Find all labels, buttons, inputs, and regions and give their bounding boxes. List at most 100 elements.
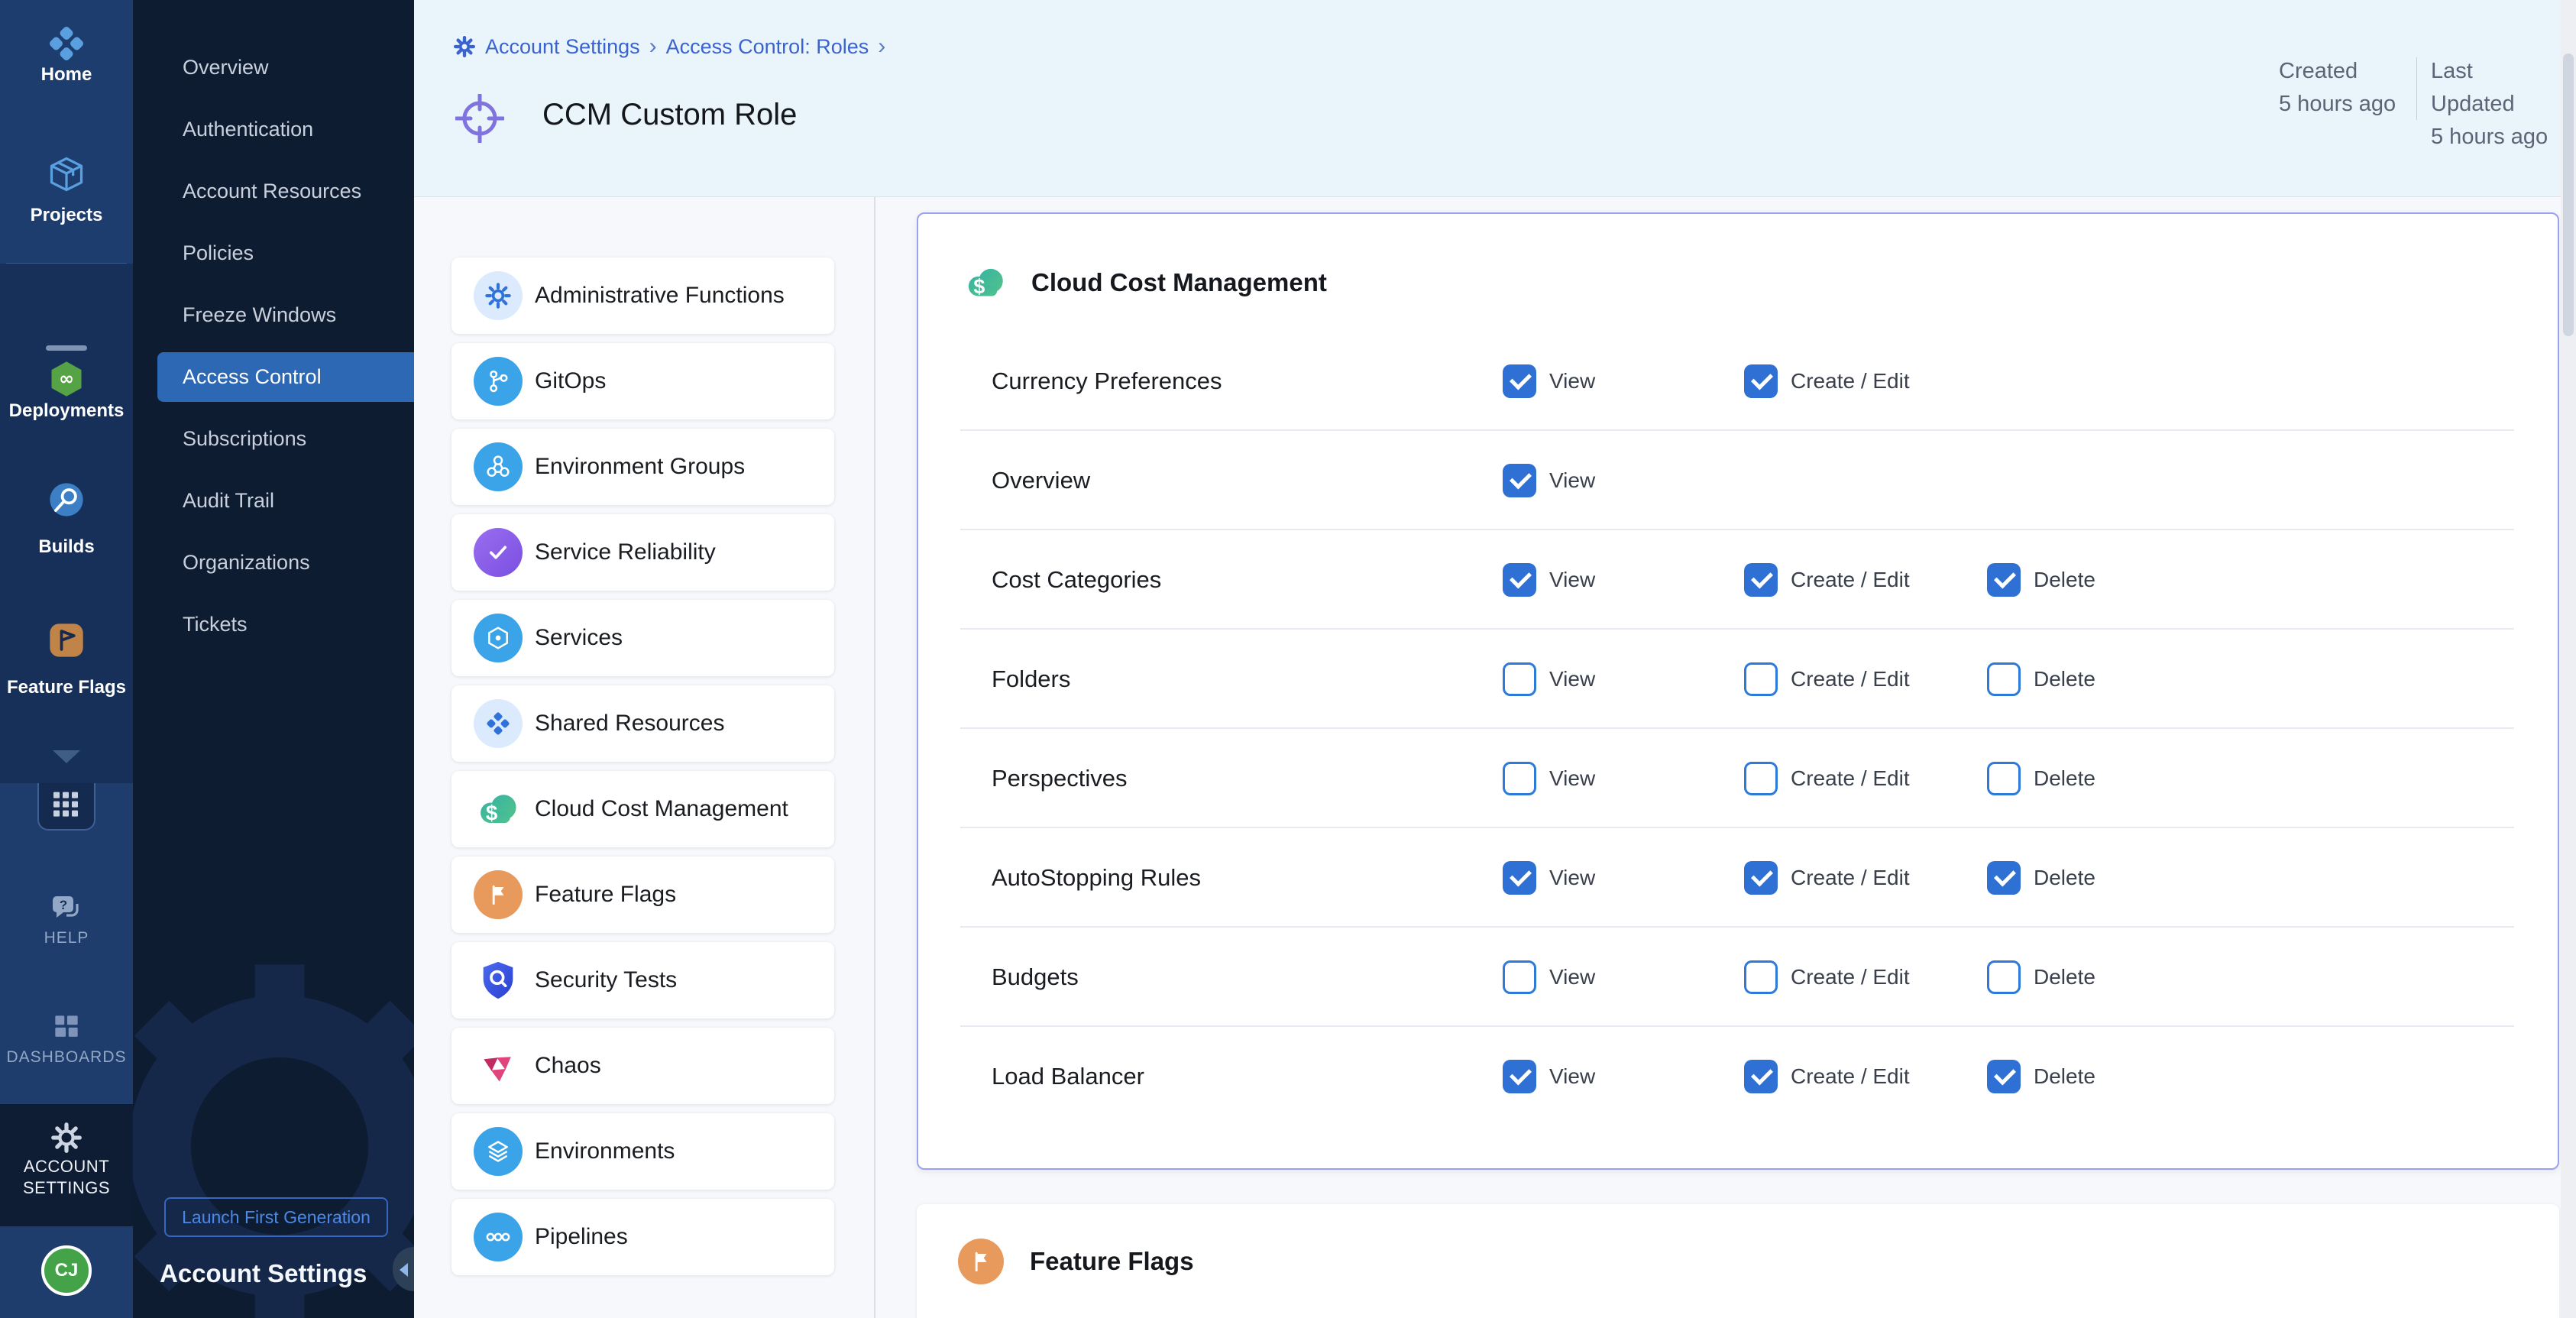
checked-checkbox[interactable]	[1744, 364, 1778, 398]
help-chat-icon: ?	[48, 891, 85, 928]
last-updated-value: 5 hours ago	[2431, 121, 2561, 154]
unchecked-checkbox[interactable]	[1744, 960, 1778, 994]
module-card-label: Services	[535, 625, 623, 651]
checked-checkbox[interactable]	[1987, 861, 2021, 895]
module-grid-button[interactable]	[37, 783, 95, 831]
feature-flags-tile-icon	[47, 620, 86, 660]
unchecked-checkbox[interactable]	[1503, 960, 1536, 994]
sidebar-item-account-resources[interactable]: Account Resources	[133, 160, 414, 222]
permission-label: Create / Edit	[1791, 866, 1910, 890]
checked-checkbox[interactable]	[1744, 563, 1778, 597]
module-card-gitops[interactable]: GitOps	[451, 343, 834, 419]
breadcrumb-link-account-settings[interactable]: Account Settings	[485, 35, 640, 59]
permission-label: Delete	[2034, 667, 2095, 691]
unchecked-checkbox[interactable]	[1503, 762, 1536, 795]
checked-checkbox[interactable]	[1503, 1060, 1536, 1093]
role-target-icon	[455, 94, 504, 143]
permission-row-cost-categories: Cost CategoriesViewCreate / EditDelete	[918, 530, 2558, 630]
unchecked-checkbox[interactable]	[1987, 960, 2021, 994]
launch-first-generation-button[interactable]: Launch First Generation	[164, 1197, 388, 1237]
sidebar-item-subscriptions[interactable]: Subscriptions	[133, 408, 414, 470]
scrollbar-track[interactable]	[2561, 0, 2576, 1318]
module-card-label: Service Reliability	[535, 539, 716, 565]
module-card-label: Shared Resources	[535, 711, 724, 737]
unchecked-checkbox[interactable]	[1744, 762, 1778, 795]
permission-label: Delete	[2034, 866, 2095, 890]
rail-item-label: Feature Flags	[0, 677, 133, 698]
gear-icon	[49, 1120, 84, 1155]
module-card-administrative-functions[interactable]: Administrative Functions	[451, 257, 834, 334]
checked-checkbox[interactable]	[1503, 861, 1536, 895]
rail-section-modules	[0, 264, 133, 783]
sidebar-item-policies[interactable]: Policies	[133, 222, 414, 284]
module-card-cloud-cost-management[interactable]: $Cloud Cost Management	[451, 771, 834, 847]
sidebar-item-audit-trail[interactable]: Audit Trail	[133, 470, 414, 532]
cube-icon	[47, 154, 86, 194]
module-card-services[interactable]: Services	[451, 600, 834, 676]
checked-checkbox[interactable]	[1744, 861, 1778, 895]
chevron-down-icon[interactable]	[53, 750, 80, 763]
module-card-service-reliability[interactable]: Service Reliability	[451, 514, 834, 591]
unchecked-checkbox[interactable]	[1744, 662, 1778, 696]
panel-title: Cloud Cost Management	[1031, 261, 1327, 304]
sidebar-item-organizations[interactable]: Organizations	[133, 532, 414, 594]
module-card-label: GitOps	[535, 368, 606, 394]
checked-checkbox[interactable]	[1503, 364, 1536, 398]
module-card-feature-flags[interactable]: Feature Flags	[451, 857, 834, 933]
unchecked-checkbox[interactable]	[1987, 662, 2021, 696]
permission-view: View	[1503, 364, 1595, 398]
permission-row-overview: OverviewView	[918, 431, 2558, 530]
scrollbar-thumb[interactable]	[2563, 53, 2574, 336]
permission-view: View	[1503, 563, 1595, 597]
checked-checkbox[interactable]	[1503, 464, 1536, 497]
sidebar-item-freeze-windows[interactable]: Freeze Windows	[133, 284, 414, 346]
admin-gear-icon	[474, 271, 523, 320]
permissions-panel-cloud-cost-management: $ Cloud Cost Management Currency Prefere…	[917, 212, 2559, 1170]
dashboard-tiles-icon	[50, 1010, 83, 1044]
module-card-shared-resources[interactable]: Shared Resources	[451, 685, 834, 762]
builds-icon	[47, 480, 86, 520]
sidebar-item-authentication[interactable]: Authentication	[133, 99, 414, 160]
permission-view: View	[1503, 1060, 1595, 1093]
permission-create-edit: Create / Edit	[1744, 364, 1910, 398]
rail-item-label: Projects	[0, 205, 133, 226]
sidebar-collapse-button[interactable]	[393, 1247, 414, 1291]
checked-checkbox[interactable]	[1987, 563, 2021, 597]
module-card-security-tests[interactable]: Security Tests	[451, 942, 834, 1018]
checked-checkbox[interactable]	[1503, 563, 1536, 597]
breadcrumb-link-access-control-roles[interactable]: Access Control: Roles	[666, 35, 869, 59]
permission-delete: Delete	[1987, 1060, 2095, 1093]
module-card-chaos[interactable]: Chaos	[451, 1028, 834, 1104]
page-header: Account Settings›Access Control: Roles› …	[414, 0, 2561, 197]
permission-label: View	[1549, 1064, 1595, 1089]
sidebar-item-overview[interactable]: Overview	[133, 37, 414, 99]
permission-label: Delete	[2034, 766, 2095, 791]
permission-row-budgets: BudgetsViewCreate / EditDelete	[918, 928, 2558, 1027]
permission-row-label: Currency Preferences	[992, 368, 1222, 395]
module-card-label: Pipelines	[535, 1224, 628, 1250]
module-card-environments[interactable]: Environments	[451, 1113, 834, 1190]
checked-checkbox[interactable]	[1987, 1060, 2021, 1093]
module-card-label: Environments	[535, 1138, 675, 1164]
sidebar-menu: OverviewAuthenticationAccount ResourcesP…	[133, 37, 414, 656]
avatar[interactable]: CJ	[41, 1245, 92, 1296]
environment-groups-icon	[474, 442, 523, 491]
module-card-environment-groups[interactable]: Environment Groups	[451, 429, 834, 505]
service-reliability-icon	[474, 528, 523, 577]
permission-view: View	[1503, 464, 1595, 497]
permissions-panel-feature-flags: Feature Flags	[917, 1204, 2559, 1318]
checked-checkbox[interactable]	[1744, 1060, 1778, 1093]
svg-text:∞: ∞	[59, 368, 74, 390]
module-card-pipelines[interactable]: Pipelines	[451, 1199, 834, 1275]
feature-flag-icon	[474, 870, 523, 919]
gitops-icon	[474, 357, 523, 406]
sidebar-item-tickets[interactable]: Tickets	[133, 594, 414, 656]
svg-text:?: ?	[60, 898, 67, 912]
permission-create-edit: Create / Edit	[1744, 1060, 1910, 1093]
rail-item-label: Home	[0, 64, 133, 86]
sidebar-item-access-control[interactable]: Access Control	[157, 352, 414, 402]
permission-label: Create / Edit	[1791, 766, 1910, 791]
unchecked-checkbox[interactable]	[1987, 762, 2021, 795]
permission-view: View	[1503, 662, 1595, 696]
unchecked-checkbox[interactable]	[1503, 662, 1536, 696]
